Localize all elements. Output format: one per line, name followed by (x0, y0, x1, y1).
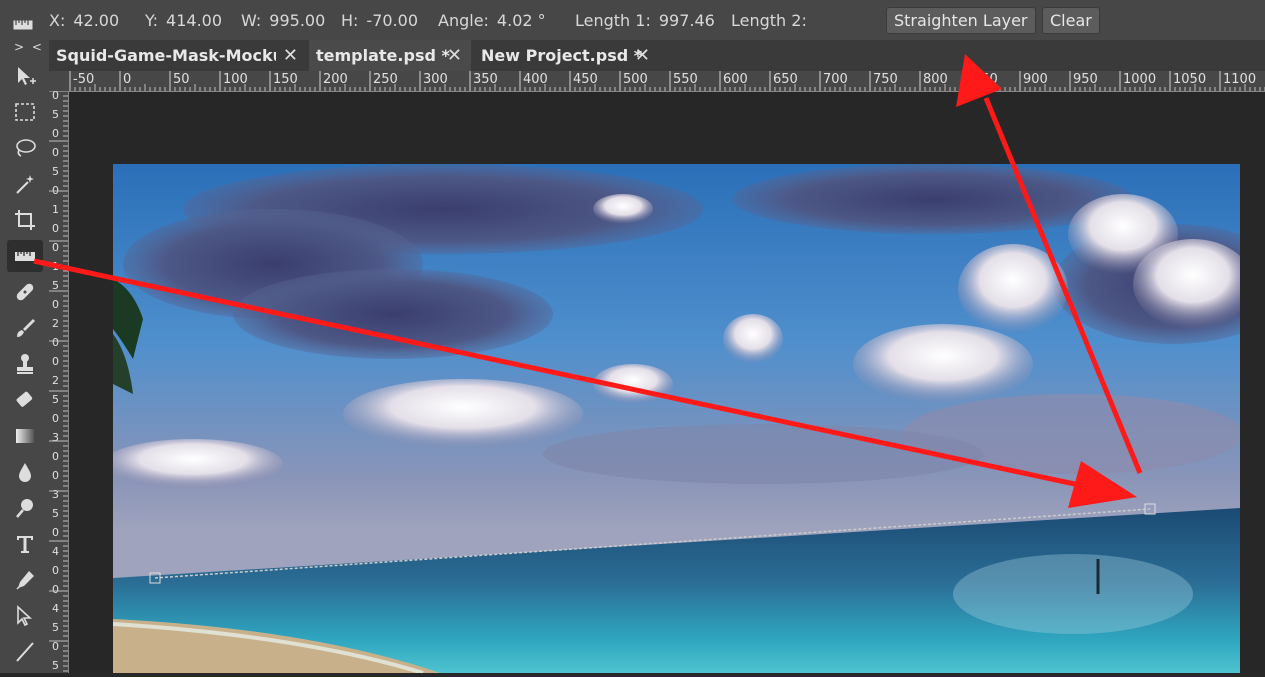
ruler-icon (13, 15, 33, 34)
marquee-tool-icon[interactable] (7, 96, 43, 128)
healing-tool-icon[interactable] (7, 276, 43, 308)
h-field[interactable]: H: -70.00 (341, 11, 418, 30)
close-icon[interactable]: ✕ (635, 45, 650, 66)
ruler-label: 600 (723, 72, 748, 87)
ruler-label: 800 (923, 72, 948, 87)
ruler-label: 700 (823, 72, 848, 87)
ruler-label: 150 (273, 72, 298, 87)
ruler-label: 400 (523, 72, 548, 87)
ruler-label: 0 (52, 241, 59, 254)
ruler-label: 0 (52, 469, 59, 482)
options-bar: X: 42.00 Y: 414.00 W: 995.00 H: -70.00 Angle… (0, 0, 1265, 41)
ruler-label: 5 (52, 165, 59, 178)
ruler-label: 850 (973, 72, 998, 87)
ruler-label: 1 (52, 260, 59, 273)
ruler-label: 0 (52, 91, 59, 102)
y-field[interactable]: Y: 414.00 (145, 11, 222, 30)
lasso-tool-icon[interactable] (7, 132, 43, 164)
ruler-label: 1100 (1223, 72, 1256, 87)
straighten-layer-button[interactable]: Straighten Layer (886, 7, 1036, 34)
close-icon[interactable]: ✕ (447, 45, 462, 66)
tab-label: New Project.psd * (481, 46, 643, 65)
type-tool-icon[interactable] (7, 528, 43, 560)
ruler-label: 3 (52, 431, 59, 444)
ruler-label: 500 (623, 72, 648, 87)
ruler-label: 0 (52, 355, 59, 368)
ruler-label: 5 (52, 507, 59, 520)
magic-wand-tool-icon[interactable] (7, 168, 43, 200)
ruler-label: 3 (52, 488, 59, 501)
ruler-label: 0 (52, 298, 59, 311)
length1-field[interactable]: Length 1: 997.46 (575, 11, 715, 30)
angle-field[interactable]: Angle: 4.02 ° (438, 11, 546, 30)
ruler-label: -50 (73, 72, 94, 87)
vertical-ruler: 0500501001502002503003504004505 (49, 91, 69, 673)
ruler-label: 5 (52, 659, 59, 672)
clear-button[interactable]: Clear (1042, 7, 1100, 34)
ruler-label: 100 (223, 72, 248, 87)
tab-label: template.psd * (316, 46, 450, 65)
ruler-label: 0 (52, 127, 59, 140)
close-icon[interactable]: ✕ (283, 45, 298, 66)
stamp-tool-icon[interactable] (7, 348, 43, 380)
ruler-label: 4 (52, 602, 59, 615)
ruler-label: 1000 (1123, 72, 1156, 87)
ruler-label: 2 (52, 374, 59, 387)
collapse-toggle[interactable]: > < (14, 40, 44, 54)
ruler-label: 2 (52, 317, 59, 330)
ruler-label: 5 (52, 279, 59, 292)
tab-label: Squid-Game-Mask-Mockup (56, 46, 276, 65)
ruler-label: 0 (52, 222, 59, 235)
ruler-label: 250 (373, 72, 398, 87)
pen-tool-icon[interactable] (7, 564, 43, 596)
ruler-label: 0 (52, 640, 59, 653)
ruler-label: 350 (473, 72, 498, 87)
move-tool-icon[interactable] (7, 60, 43, 92)
tool-panel: > < (0, 40, 50, 673)
document-image[interactable] (103, 164, 1265, 675)
ruler-label: 0 (52, 146, 59, 159)
tab-template[interactable]: template.psd * ✕ (309, 40, 471, 71)
gradient-tool-icon[interactable] (7, 420, 43, 452)
w-field[interactable]: W: 995.00 (241, 11, 325, 30)
ruler-label: 450 (573, 72, 598, 87)
tab-squid-game-mask-mockup[interactable]: Squid-Game-Mask-Mockup ✕ (49, 40, 307, 71)
brush-tool-icon[interactable] (7, 312, 43, 344)
ruler-label: 650 (773, 72, 798, 87)
ruler-label: 0 (52, 583, 59, 596)
dodge-tool-icon[interactable] (7, 492, 43, 524)
ruler-label: 5 (52, 393, 59, 406)
ruler-label: 0 (52, 450, 59, 463)
horizontal-ruler: -50 0 50 100 150 200 250 300 350 400 450 500 550 600 6… (68, 71, 1265, 92)
ruler-label: 1050 (1173, 72, 1206, 87)
ruler-label: 200 (323, 72, 348, 87)
ruler-label: 0 (52, 336, 59, 349)
line-tool-icon[interactable] (7, 636, 43, 668)
ruler-label: 50 (173, 72, 190, 87)
blur-tool-icon[interactable] (7, 456, 43, 488)
ruler-tool-icon[interactable] (7, 240, 43, 272)
tab-new-project[interactable]: New Project.psd * ✕ (474, 40, 659, 71)
ruler-label: 300 (423, 72, 448, 87)
ruler-label: 950 (1073, 72, 1098, 87)
ruler-label: 1 (52, 203, 59, 216)
ruler-label: 0 (52, 526, 59, 539)
ruler-label: 5 (52, 108, 59, 121)
eraser-tool-icon[interactable] (7, 384, 43, 416)
path-select-tool-icon[interactable] (7, 600, 43, 632)
ruler-label: 4 (52, 545, 59, 558)
crop-tool-icon[interactable] (7, 204, 43, 236)
ruler-label: 550 (673, 72, 698, 87)
ruler-label: 0 (123, 72, 131, 87)
ruler-corner (49, 71, 68, 91)
length2-field[interactable]: Length 2: (731, 11, 815, 30)
ruler-label: 900 (1023, 72, 1048, 87)
ruler-label: 750 (873, 72, 898, 87)
ruler-label: 0 (52, 564, 59, 577)
document-tabs: Squid-Game-Mask-Mockup ✕ template.psd * … (49, 40, 1265, 71)
x-field[interactable]: X: 42.00 (49, 11, 119, 30)
ruler-label: 5 (52, 621, 59, 634)
ruler-label: 0 (52, 412, 59, 425)
